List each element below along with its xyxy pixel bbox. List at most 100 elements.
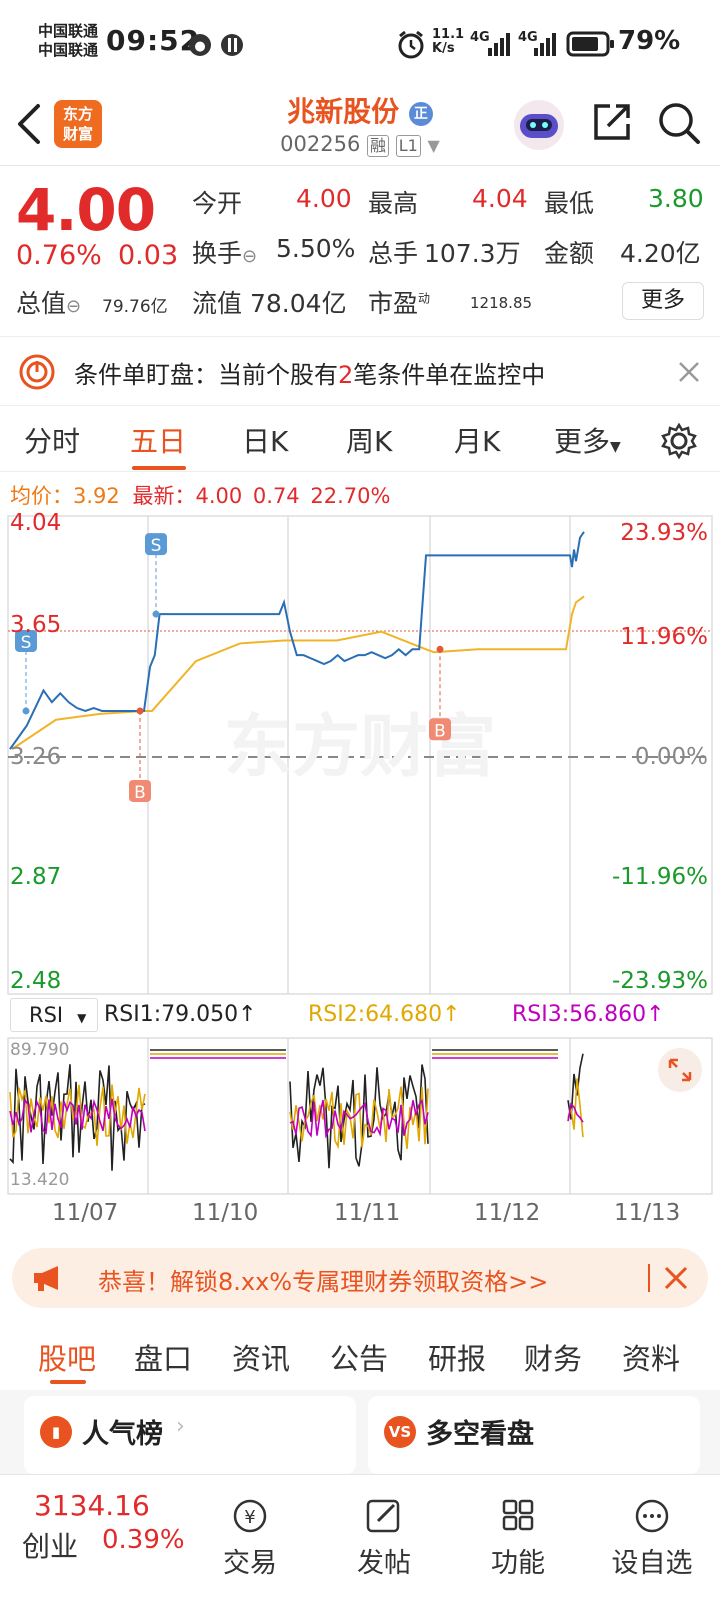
float-label: 流值 [192, 289, 243, 318]
nav-add-watchlist[interactable]: 设自选 [592, 1497, 712, 1580]
latest-value: 4.00 [195, 484, 243, 508]
nav-trade[interactable]: ¥ 交易 [190, 1497, 310, 1580]
tab-minute[interactable]: 分时 [24, 420, 80, 460]
carrier-2: 中国联通 [38, 41, 99, 59]
y-left-tick: 3.26 [10, 744, 62, 770]
stock-code: 002256 [280, 132, 361, 156]
volume-label: 总手 [368, 239, 419, 268]
tab-five-day[interactable]: 五日 [130, 420, 186, 460]
volume-value: 107.3万 [424, 239, 521, 268]
expand-button[interactable] [658, 1048, 702, 1092]
tab-news[interactable]: 资讯 [232, 1336, 290, 1378]
tab-research[interactable]: 研报 [428, 1336, 486, 1378]
turnover-label[interactable]: 换手⊖ [192, 234, 257, 270]
tab-profile[interactable]: 资料 [622, 1336, 680, 1378]
y-left-tick: 2.87 [10, 864, 62, 890]
pe-label: 市盈动 [368, 289, 431, 318]
date-label: 11/07 [52, 1200, 119, 1226]
y-right-tick: 11.96% [620, 624, 708, 650]
pe-value: 1218.85 [470, 294, 533, 312]
battery-icon [566, 31, 614, 57]
close-icon[interactable] [676, 359, 702, 385]
more-dots-icon [635, 1499, 669, 1533]
nav-functions[interactable]: 功能 [458, 1497, 578, 1580]
marker-dot [22, 707, 30, 715]
five-day-chart[interactable]: 东方财富 SBSB [0, 510, 720, 1000]
edit-icon [366, 1499, 400, 1533]
feature-cards: ▮ 人气榜 › VS 多空看盘 [0, 1390, 720, 1474]
y-left-tick: 3.65 [10, 612, 62, 638]
rsi-lines [9, 1049, 584, 1171]
tab-weekly-k[interactable]: 周K [346, 420, 392, 460]
close-icon[interactable] [662, 1264, 690, 1292]
index-pct[interactable]: 0.39% [102, 1525, 185, 1555]
latest-change: 0.74 [252, 484, 300, 508]
chevron-right-icon: › [176, 1414, 185, 1439]
rsi-y-bottom: 13.420 [10, 1170, 70, 1190]
net-speed: 11.1 K/s [432, 27, 465, 56]
y-right-tick: 0.00% [634, 744, 708, 770]
tab-pankou[interactable]: 盘口 [134, 1336, 192, 1378]
more-button[interactable]: 更多 [622, 282, 704, 320]
carrier-1: 中国联通 [38, 22, 99, 40]
card-title: 人气榜 [82, 1419, 163, 1450]
dropdown-icon: ▼ [610, 439, 621, 455]
mktcap-value: 79.76亿 [102, 297, 168, 317]
alarm-icon [398, 30, 424, 59]
marker-label: B [134, 783, 146, 803]
index-value[interactable]: 3134.16 [34, 1489, 150, 1522]
popularity-card[interactable]: ▮ 人气榜 › [24, 1396, 356, 1474]
robot-assistant-icon[interactable] [512, 98, 566, 152]
clock: 09:52 [106, 24, 201, 57]
condition-order-notice[interactable]: 条件单盯盘：当前个股有2笔条件单在监控中 [0, 336, 720, 406]
rsi1-value: RSI1:79.050↑ [104, 1002, 257, 1027]
active-tab-indicator [50, 1380, 86, 1384]
tab-guba[interactable]: 股吧 [38, 1336, 96, 1378]
bottom-nav: 3134.16 创业 0.39% ¥ 交易 发帖 功能 设自选 [0, 1474, 720, 1604]
tab-more[interactable]: 更多▼ [554, 420, 621, 460]
watermark: 东方财富 [224, 708, 496, 787]
mktcap-label[interactable]: 总值⊖ [16, 284, 81, 320]
tab-daily-k[interactable]: 日K [242, 420, 288, 460]
rsi-header: RSI ▼ RSI1:79.050↑ RSI2:64.680↑ RSI3:56.8… [0, 998, 720, 1034]
rsi3-value: RSI3:56.860↑ [512, 1002, 665, 1027]
rsi-chart[interactable] [0, 1036, 720, 1196]
tab-finance[interactable]: 财务 [524, 1336, 582, 1378]
date-label: 11/11 [334, 1200, 401, 1226]
nav-post[interactable]: 发帖 [324, 1497, 444, 1580]
marker-dot [136, 707, 144, 715]
rsi-line [289, 1064, 429, 1169]
y-left-tick: 2.48 [10, 968, 62, 994]
active-tab-indicator [132, 466, 186, 470]
y-right-tick: 23.93% [620, 520, 708, 546]
indicator-select[interactable]: RSI ▼ [10, 998, 98, 1032]
signal-1-label: 4G [470, 30, 490, 45]
date-label: 11/13 [614, 1200, 681, 1226]
grid-icon [502, 1499, 534, 1531]
open-value: 4.00 [296, 184, 352, 213]
open-label: 今开 [192, 189, 243, 218]
marker-dot [436, 645, 444, 653]
index-name[interactable]: 创业 [22, 1525, 78, 1565]
tab-announcements[interactable]: 公告 [330, 1336, 388, 1378]
settings-gear-icon[interactable] [660, 422, 698, 460]
low-label: 最低 [544, 189, 595, 218]
rsi-y-top: 89.790 [10, 1040, 70, 1060]
share-icon[interactable] [590, 100, 634, 144]
promo-banner[interactable]: 恭喜！解锁8.xx%专属理财券领取资格>> [12, 1248, 708, 1308]
low-value: 3.80 [648, 184, 704, 213]
latest-pct: 22.70% [310, 484, 391, 508]
divider [648, 1264, 650, 1292]
info-icon: ⊖ [242, 246, 258, 267]
long-short-card[interactable]: VS 多空看盘 [368, 1396, 700, 1474]
turnover-value: 5.50% [276, 234, 356, 263]
signal-1-icon [488, 33, 510, 56]
high-value: 4.04 [472, 184, 528, 213]
tab-monthly-k[interactable]: 月K [454, 420, 500, 460]
avg-label: 均价： [10, 484, 73, 508]
search-icon[interactable] [656, 100, 702, 146]
latest-label: 最新： [132, 484, 196, 508]
chart-tabs: 分时 五日 日K 周K 月K 更多▼ [0, 410, 720, 472]
level-tag: L1 [395, 135, 421, 157]
current-price: 4.00 [16, 176, 156, 244]
